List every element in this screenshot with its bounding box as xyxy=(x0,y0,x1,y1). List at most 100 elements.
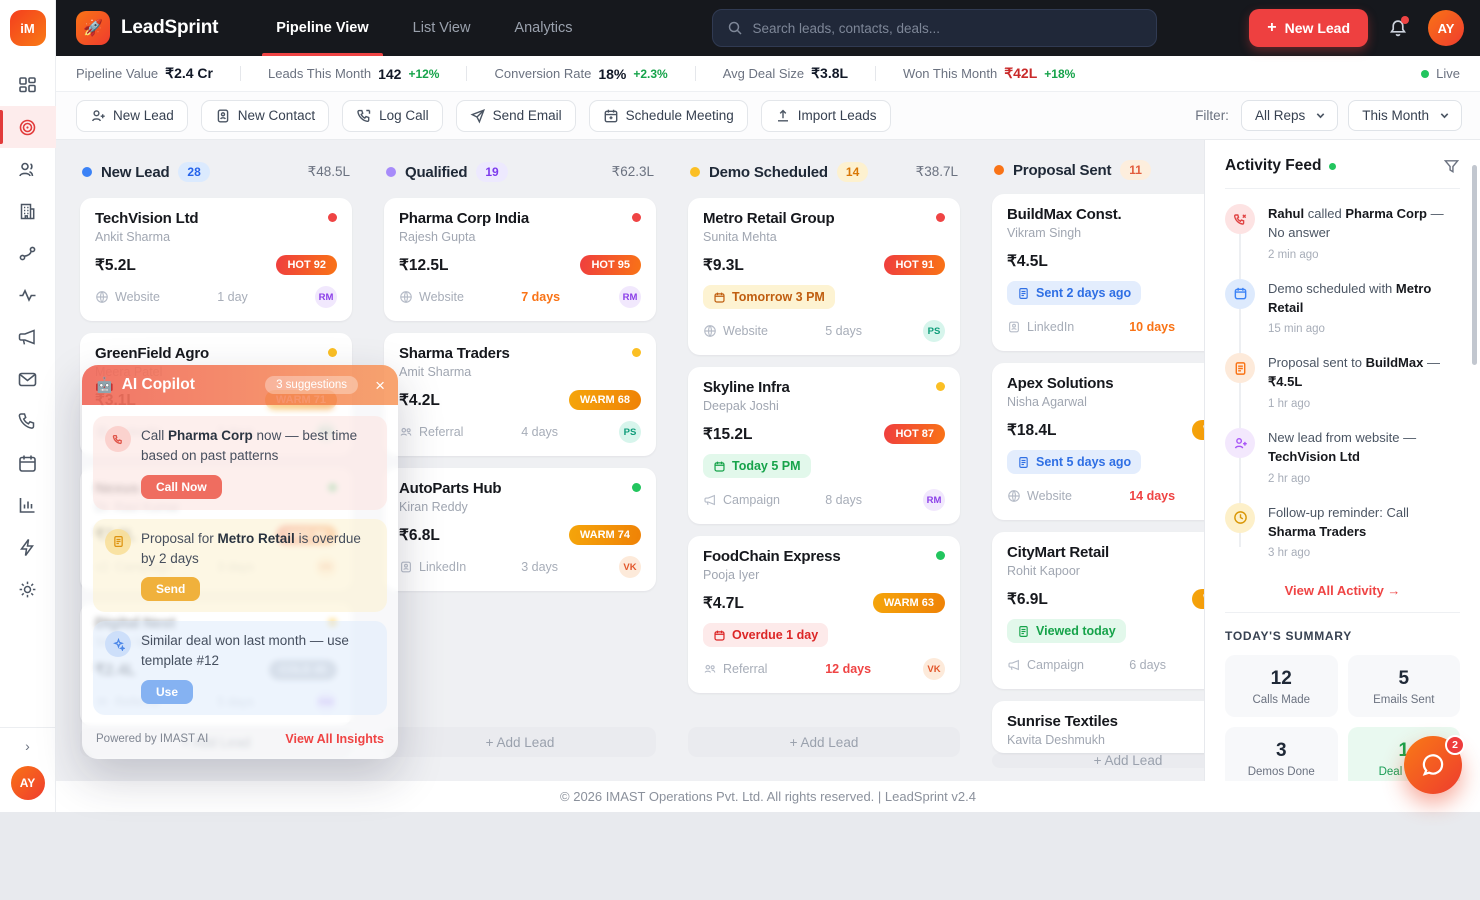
send-button[interactable]: Send xyxy=(141,577,200,601)
user-avatar[interactable]: AY xyxy=(1428,10,1464,46)
activity-item[interactable]: New lead from website — TechVision Ltd2 … xyxy=(1225,428,1460,485)
panel-scrollbar[interactable] xyxy=(1472,165,1477,365)
building-icon xyxy=(17,201,38,222)
divider xyxy=(695,66,696,81)
new-lead-button[interactable]: +New Lead xyxy=(1249,9,1368,47)
company-name: TechVision Ltd xyxy=(95,210,337,227)
lead-card-autoparts[interactable]: AutoParts Hub Kiran Reddy ₹6.8LWARM 74 L… xyxy=(384,468,656,591)
search-input[interactable] xyxy=(752,21,1142,36)
summary-calls-made: 12Calls Made xyxy=(1225,655,1338,717)
lead-source: Website xyxy=(399,290,521,304)
lead-card-metroretail[interactable]: Metro Retail Group Sunita Mehta ₹9.3LHOT… xyxy=(688,198,960,355)
activity-item[interactable]: Rahul called Pharma Corp — No answer2 mi… xyxy=(1225,204,1460,261)
owner-avatar: VK xyxy=(619,556,641,578)
use-template-button[interactable]: Use xyxy=(141,680,193,704)
expand-sidebar-chevron-icon[interactable]: › xyxy=(25,738,30,754)
tab-list-view[interactable]: List View xyxy=(391,0,493,56)
notifications-bell-icon[interactable] xyxy=(1388,18,1408,38)
kpi-stats-bar: Pipeline Value₹2.4 Cr Leads This Month14… xyxy=(56,56,1480,92)
ai-copilot-body: Call Pharma Corp now — best time based o… xyxy=(82,405,398,722)
contact-name: Ankit Sharma xyxy=(95,230,337,244)
chat-bubble-icon xyxy=(1420,752,1446,778)
referral-icon xyxy=(703,662,717,676)
contact-card-icon xyxy=(215,108,231,124)
sidebar-item-contacts[interactable] xyxy=(0,148,56,190)
filter-funnel-icon[interactable] xyxy=(1443,158,1460,175)
quick-actions-bar: New Lead New Contact Log Call Send Email… xyxy=(56,92,1480,140)
contact-name: Kiran Reddy xyxy=(399,500,641,514)
sidebar-item-pipeline[interactable] xyxy=(0,106,56,148)
divider xyxy=(875,66,876,81)
period-filter-select[interactable]: This Month xyxy=(1348,100,1462,131)
activity-item[interactable]: Demo scheduled with Metro Retail15 min a… xyxy=(1225,279,1460,336)
chat-fab-button[interactable]: 2 xyxy=(1404,736,1462,794)
lead-card-foodchain[interactable]: FoodChain Express Pooja Iyer ₹4.7LWARM 6… xyxy=(688,536,960,693)
view-all-insights-link[interactable]: View All Insights xyxy=(285,732,384,746)
activity-item[interactable]: Follow-up reminder: Call Sharma Traders3… xyxy=(1225,503,1460,560)
view-all-activity-link[interactable]: View All Activity → xyxy=(1225,577,1460,613)
notification-dot xyxy=(1401,16,1409,24)
sidebar-item-calendar[interactable] xyxy=(0,442,56,484)
import-leads-action-button[interactable]: Import Leads xyxy=(761,100,891,132)
rep-filter-select[interactable]: All Reps xyxy=(1241,100,1338,131)
suggestion-proposal[interactable]: Proposal for Metro Retail is overdue by … xyxy=(93,519,387,613)
new-contact-action-button[interactable]: New Contact xyxy=(201,100,329,132)
call-now-button[interactable]: Call Now xyxy=(141,475,222,499)
sidebar-item-deals[interactable] xyxy=(0,232,56,274)
deal-value: ₹15.2L xyxy=(703,425,753,444)
send-email-action-button[interactable]: Send Email xyxy=(456,100,576,132)
lead-card-skyline[interactable]: Skyline Infra Deepak Joshi ₹15.2LHOT 87 … xyxy=(688,367,960,524)
column-count-badge: 28 xyxy=(178,162,209,182)
suggestion-template[interactable]: Similar deal won last month — use templa… xyxy=(93,621,387,715)
company-name: Skyline Infra xyxy=(703,379,945,396)
lead-card-pharmacorp[interactable]: Pharma Corp India Rajesh Gupta ₹12.5LHOT… xyxy=(384,198,656,321)
global-search[interactable] xyxy=(712,9,1157,47)
activity-item[interactable]: Proposal sent to BuildMax — ₹4.5L1 hr ag… xyxy=(1225,353,1460,410)
column-title: Proposal Sent xyxy=(1013,162,1111,179)
sidebar-item-activity[interactable] xyxy=(0,274,56,316)
log-call-action-button[interactable]: Log Call xyxy=(342,100,443,132)
tab-pipeline-view[interactable]: Pipeline View xyxy=(254,0,390,56)
app-title: LeadSprint xyxy=(121,17,218,39)
deal-value: ₹12.5L xyxy=(399,256,449,275)
sidebar-item-calls[interactable] xyxy=(0,400,56,442)
tab-analytics[interactable]: Analytics xyxy=(492,0,594,56)
schedule-meeting-action-button[interactable]: Schedule Meeting xyxy=(589,100,748,132)
deal-value: ₹18.4L xyxy=(1007,421,1057,440)
lead-card-techvision[interactable]: TechVision Ltd Ankit Sharma ₹5.2LHOT 92 … xyxy=(80,198,352,321)
lead-card-sharmatraders[interactable]: Sharma Traders Amit Sharma ₹4.2LWARM 68 … xyxy=(384,333,656,456)
column-title: Qualified xyxy=(405,164,467,181)
activity-icon xyxy=(17,285,38,306)
app-footer: © 2026 IMAST Operations Pvt. Ltd. All ri… xyxy=(56,781,1480,812)
ai-copilot-popup: 🤖 AI Copilot 3 suggestions × Call Pharma… xyxy=(82,365,398,759)
sidebar-user-avatar[interactable]: AY xyxy=(11,766,45,800)
close-icon[interactable]: × xyxy=(375,377,385,394)
megaphone-icon xyxy=(17,327,38,348)
suggestion-call[interactable]: Call Pharma Corp now — best time based o… xyxy=(93,416,387,510)
phone-call-icon xyxy=(356,108,372,124)
sidebar-item-dashboard[interactable] xyxy=(0,64,56,106)
ai-copilot-header: 🤖 AI Copilot 3 suggestions × xyxy=(82,365,398,405)
add-lead-button[interactable]: + Add Lead xyxy=(384,727,656,757)
target-icon xyxy=(17,117,38,138)
days-in-stage: 5 days xyxy=(825,324,923,338)
zap-icon xyxy=(17,537,38,558)
stage-dot xyxy=(690,167,700,177)
column-demo-scheduled: Demo Scheduled 14 ₹38.7L Metro Retail Gr… xyxy=(688,160,960,757)
sidebar-item-campaigns[interactable] xyxy=(0,316,56,358)
add-lead-button[interactable]: + Add Lead xyxy=(688,727,960,757)
activity-feed-panel: Activity Feed Rahul called Pharma Corp —… xyxy=(1204,140,1480,781)
activity-feed-list: Rahul called Pharma Corp — No answer2 mi… xyxy=(1225,189,1460,559)
suggestions-count-badge: 3 suggestions xyxy=(265,376,358,394)
deal-value: ₹9.3L xyxy=(703,256,744,275)
new-lead-action-button[interactable]: New Lead xyxy=(76,100,188,132)
sidebar-item-reports[interactable] xyxy=(0,484,56,526)
sidebar-item-companies[interactable] xyxy=(0,190,56,232)
sidebar-item-email[interactable] xyxy=(0,358,56,400)
sidebar-item-automation[interactable] xyxy=(0,526,56,568)
owner-avatar: PS xyxy=(619,421,641,443)
activity-time: 2 min ago xyxy=(1268,249,1460,261)
sidebar-item-settings[interactable] xyxy=(0,568,56,610)
megaphone-icon xyxy=(703,493,717,507)
globe-icon xyxy=(399,290,413,304)
